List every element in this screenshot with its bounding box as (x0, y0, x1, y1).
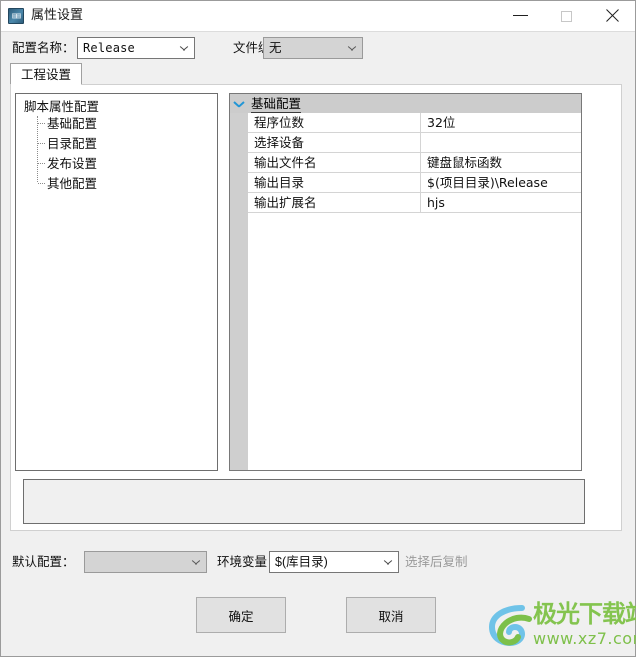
tree-root-item[interactable]: 脚本属性配置 (24, 98, 99, 116)
aurora-logo-icon (488, 605, 532, 647)
property-row-output-extension[interactable]: 输出扩展名 hjs (248, 193, 581, 213)
app-icon-glyph: ▤▤ (12, 11, 21, 20)
column-divider[interactable] (420, 133, 421, 152)
property-value[interactable]: hjs (427, 195, 578, 211)
copy-after-select-hint: 选择后复制 (405, 554, 468, 569)
column-divider[interactable] (420, 173, 421, 192)
description-panel (23, 479, 585, 524)
tree-guide-line (37, 116, 39, 182)
env-variable-value: $(库目录) (275, 555, 328, 569)
maximize-icon (561, 11, 572, 22)
column-divider[interactable] (420, 113, 421, 132)
property-value[interactable]: 32位 (427, 115, 578, 131)
column-divider[interactable] (420, 153, 421, 172)
property-row-output-directory[interactable]: 输出目录 $(项目目录)\Release (248, 173, 581, 193)
site-watermark: 极光下载站 www.xz7.com (488, 598, 636, 654)
tab-project-settings[interactable]: 工程设置 (10, 63, 83, 85)
property-row-output-filename[interactable]: 输出文件名 键盘鼠标函数 (248, 153, 581, 173)
tree-item-basic-config[interactable]: 基础配置 (47, 115, 97, 133)
env-variable-select[interactable]: $(库目录) (269, 551, 399, 573)
chevron-down-icon (192, 560, 200, 565)
chevron-down-icon (180, 46, 188, 51)
app-icon: ▤▤ (8, 8, 24, 24)
property-name: 程序位数 (254, 115, 305, 130)
properties-dialog: ▤▤ 属性设置 配置名称： Release 文件编码： 无 工程设置 脚本属性配… (0, 0, 636, 657)
title-bar: ▤▤ 属性设置 (1, 1, 635, 32)
watermark-url: www.xz7.com (533, 629, 636, 648)
tree-item-publish-settings[interactable]: 发布设置 (47, 155, 97, 173)
tree-tick (38, 143, 45, 145)
maximize-button[interactable] (544, 1, 590, 30)
script-property-tree[interactable]: 脚本属性配置 基础配置 目录配置 发布设置 其他配置 (15, 93, 218, 471)
default-config-label: 默认配置： (12, 554, 75, 569)
config-name-label: 配置名称： (12, 40, 75, 55)
tree-item-directory-config[interactable]: 目录配置 (47, 135, 97, 153)
property-name: 选择设备 (254, 135, 305, 150)
window-title: 属性设置 (31, 8, 84, 23)
close-button[interactable] (590, 1, 636, 30)
property-name: 输出目录 (254, 175, 305, 190)
watermark-title: 极光下载站 (533, 600, 636, 628)
config-name-select[interactable]: Release (77, 37, 195, 59)
property-row-program-bits[interactable]: 程序位数 32位 (248, 113, 581, 133)
file-encoding-value: 无 (269, 41, 282, 55)
property-grid-gutter (230, 94, 248, 470)
property-name: 输出扩展名 (254, 195, 317, 210)
minimize-icon (513, 15, 528, 16)
minimize-button[interactable] (498, 1, 544, 30)
config-name-value: Release (83, 41, 135, 55)
property-value[interactable]: $(项目目录)\Release (427, 175, 578, 191)
property-group-header[interactable]: 基础配置 (230, 94, 581, 113)
property-row-select-device[interactable]: 选择设备 (248, 133, 581, 153)
default-config-select[interactable] (84, 551, 207, 573)
column-divider[interactable] (420, 193, 421, 212)
chevron-down-icon[interactable] (234, 101, 244, 107)
tree-tick (38, 163, 45, 165)
tab-strip: 工程设置 (10, 63, 622, 85)
tree-tick (38, 183, 45, 185)
property-value[interactable]: 键盘鼠标函数 (427, 155, 578, 171)
property-group-title: 基础配置 (251, 96, 302, 113)
ok-button[interactable]: 确定 (196, 597, 286, 633)
chevron-down-icon (384, 560, 392, 565)
property-grid[interactable]: 基础配置 程序位数 32位 选择设备 输出文件名 键盘鼠标函数 输出目录 $(项… (229, 93, 582, 471)
cancel-button[interactable]: 取消 (346, 597, 436, 633)
chevron-down-icon (348, 46, 356, 51)
file-encoding-select[interactable]: 无 (263, 37, 363, 59)
property-name: 输出文件名 (254, 155, 317, 170)
tree-item-other-config[interactable]: 其他配置 (47, 175, 97, 193)
tree-tick (38, 123, 45, 125)
